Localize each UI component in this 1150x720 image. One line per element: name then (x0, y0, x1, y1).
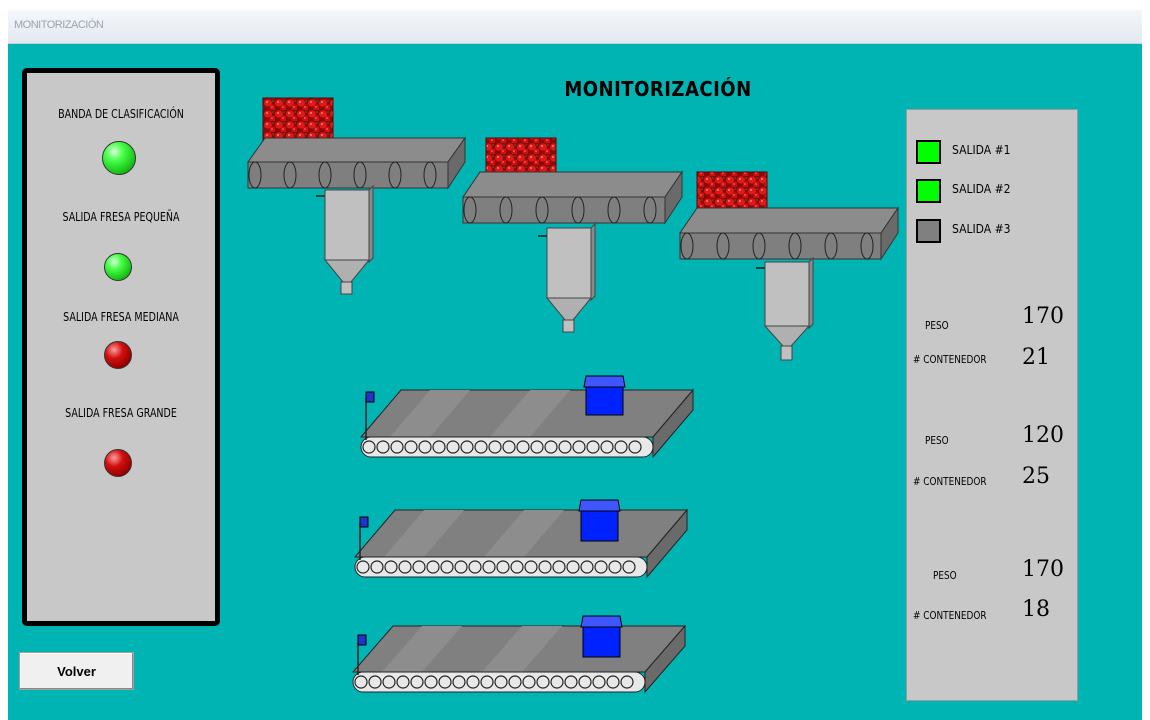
container-conveyor-3 (351, 615, 687, 694)
peso-value-1: 170 (1022, 304, 1064, 329)
legend-salida-1-swatch (916, 140, 941, 164)
contenedor-value-2: 25 (1022, 464, 1050, 489)
container-box-1 (583, 375, 626, 416)
container-conveyor-2 (353, 499, 689, 579)
contenedor-label-1: # CONTENEDOR (913, 353, 987, 366)
sorting-conveyor-2 (462, 137, 683, 333)
peso-label-1: PESO (925, 319, 949, 332)
legend-salida-3-swatch (916, 219, 941, 243)
peso-label-3: PESO (933, 569, 957, 582)
sorting-conveyor-1 (247, 97, 466, 295)
legend-salida-3-label: SALIDA #3 (952, 222, 1011, 236)
legend-salida-1-label: SALIDA #1 (952, 143, 1011, 157)
peso-value-2: 120 (1022, 423, 1064, 448)
contenedor-label-3: # CONTENEDOR (913, 609, 987, 622)
outputs-panel: SALIDA #1 SALIDA #2 SALIDA #3 PESO 170 #… (906, 109, 1078, 701)
container-box-2 (578, 499, 621, 542)
legend-salida-2-swatch (916, 179, 941, 203)
contenedor-value-3: 18 (1022, 597, 1050, 622)
volver-button[interactable]: Volver (19, 652, 134, 690)
contenedor-value-1: 21 (1022, 345, 1050, 370)
peso-value-3: 170 (1022, 557, 1064, 582)
chute-hopper-3 (756, 256, 814, 361)
chute-hopper-2 (538, 222, 596, 333)
container-conveyor-1 (359, 375, 695, 459)
legend-salida-2-label: SALIDA #2 (952, 182, 1011, 196)
sorting-conveyor-3 (679, 171, 899, 361)
chute-hopper-1 (316, 184, 374, 295)
contenedor-label-2: # CONTENEDOR (913, 475, 987, 488)
peso-label-2: PESO (925, 434, 949, 447)
container-box-3 (580, 615, 623, 658)
